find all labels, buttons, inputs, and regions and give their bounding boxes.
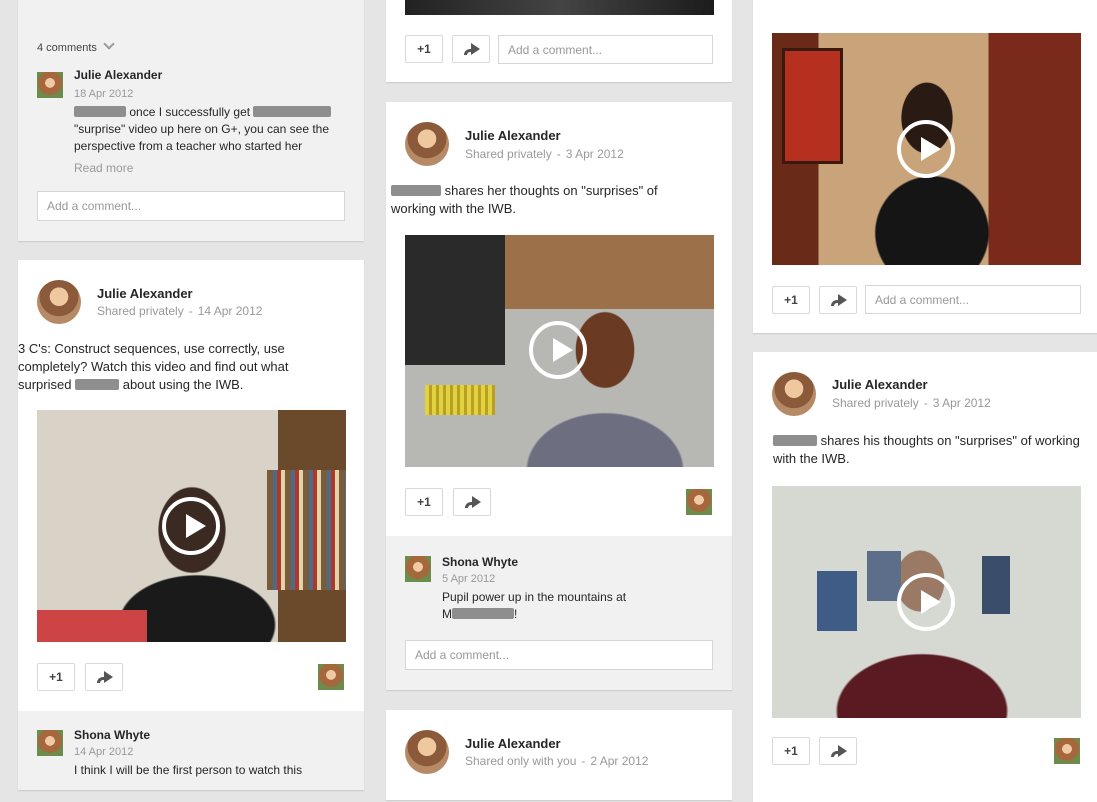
post-author[interactable]: Julie Alexander xyxy=(465,128,561,143)
comment-text: I think I will be the first person to wa… xyxy=(74,763,303,777)
video-thumbnail-fragment[interactable] xyxy=(405,0,714,15)
post-text: shares his thoughts on "surprises" of wo… xyxy=(773,433,1080,466)
plus-one-button[interactable]: +1 xyxy=(405,488,443,516)
redacted-text xyxy=(391,185,441,196)
post-date[interactable]: 3 Apr 2012 xyxy=(933,396,991,410)
post-card-fragment: +1 Add a comment... xyxy=(753,0,1097,333)
share-icon xyxy=(464,496,481,508)
video-thumbnail[interactable] xyxy=(772,486,1081,718)
post-date[interactable]: 14 Apr 2012 xyxy=(198,304,263,318)
comments-card: 4 comments Julie Alexander 18 Apr 2012 o… xyxy=(18,0,364,241)
avatar[interactable] xyxy=(405,122,449,166)
commenter-avatar[interactable] xyxy=(1054,738,1080,764)
read-more-link[interactable]: Read more xyxy=(74,161,133,175)
avatar[interactable] xyxy=(37,730,63,756)
share-button[interactable] xyxy=(819,286,857,314)
comment-date[interactable]: 5 Apr 2012 xyxy=(442,573,495,585)
avatar[interactable] xyxy=(37,280,81,324)
avatar[interactable] xyxy=(405,730,449,774)
share-button[interactable] xyxy=(453,488,491,516)
avatar[interactable] xyxy=(405,556,431,582)
plus-one-button[interactable]: +1 xyxy=(405,35,443,63)
redacted-text xyxy=(75,379,120,390)
post-author[interactable]: Julie Alexander xyxy=(832,377,928,392)
comment-text: once I successfully get "surprise" video… xyxy=(74,104,354,155)
share-button[interactable] xyxy=(452,35,490,63)
post-card: Julie Alexander Shared privately -3 Apr 2… xyxy=(386,102,732,690)
post-date[interactable]: 2 Apr 2012 xyxy=(590,754,648,768)
plus-one-button[interactable]: +1 xyxy=(772,286,810,314)
add-comment-input[interactable]: Add a comment... xyxy=(865,285,1081,314)
post-text: shares her thoughts on "surprises" of wo… xyxy=(391,183,658,216)
play-icon[interactable] xyxy=(162,497,220,555)
post-card: Julie Alexander Shared only with you -2 A… xyxy=(386,710,732,800)
comment-text: Pupil power up in the mountains at M! xyxy=(442,590,627,621)
video-thumbnail[interactable] xyxy=(405,235,714,467)
comment-date[interactable]: 18 Apr 2012 xyxy=(74,88,133,100)
play-icon[interactable] xyxy=(897,120,955,178)
post-author[interactable]: Julie Alexander xyxy=(465,736,561,751)
video-thumbnail[interactable] xyxy=(37,410,346,642)
post-meta: Shared privately -3 Apr 2012 xyxy=(832,396,991,410)
redacted-text xyxy=(253,106,332,117)
video-thumbnail[interactable] xyxy=(772,33,1081,265)
post-text: 3 C's: Construct sequences, use correctl… xyxy=(18,341,289,392)
redacted-text xyxy=(773,435,817,446)
post-meta: Shared privately -3 Apr 2012 xyxy=(465,147,624,161)
play-icon[interactable] xyxy=(897,573,955,631)
post-card: Julie Alexander Shared privately -3 Apr 2… xyxy=(753,352,1097,802)
comment-date[interactable]: 14 Apr 2012 xyxy=(74,746,133,758)
comment-section: Shona Whyte 14 Apr 2012 I think I will b… xyxy=(18,711,364,790)
add-comment-input[interactable]: Add a comment... xyxy=(405,640,713,670)
avatar[interactable] xyxy=(772,372,816,416)
share-icon xyxy=(463,43,480,55)
chevron-down-icon xyxy=(103,38,115,50)
post-meta: Shared only with you -2 Apr 2012 xyxy=(465,754,649,768)
post-date[interactable]: 3 Apr 2012 xyxy=(566,147,624,161)
avatar[interactable] xyxy=(37,72,63,98)
add-comment-input[interactable]: Add a comment... xyxy=(498,35,713,64)
comment-author[interactable]: Shona Whyte xyxy=(442,555,518,569)
post-meta: Shared privately -14 Apr 2012 xyxy=(97,304,263,318)
share-icon xyxy=(830,745,847,757)
comment-author[interactable]: Shona Whyte xyxy=(74,728,150,742)
share-icon xyxy=(830,294,847,306)
share-button[interactable] xyxy=(819,737,857,765)
post-card: Julie Alexander Shared privately -14 Apr … xyxy=(18,260,364,790)
post-card-fragment: +1 Add a comment... xyxy=(386,0,732,82)
redacted-text xyxy=(452,608,514,619)
share-button[interactable] xyxy=(85,663,123,691)
redacted-text xyxy=(74,106,126,117)
plus-one-button[interactable]: +1 xyxy=(772,737,810,765)
commenter-avatar[interactable] xyxy=(318,664,344,690)
share-icon xyxy=(96,671,113,683)
plus-one-button[interactable]: +1 xyxy=(37,663,75,691)
comment-author[interactable]: Julie Alexander xyxy=(74,68,162,82)
comment-section: Shona Whyte 5 Apr 2012 Pupil power up in… xyxy=(386,536,732,690)
commenter-avatar[interactable] xyxy=(686,489,712,515)
comments-count[interactable]: 4 comments xyxy=(37,38,115,54)
play-icon[interactable] xyxy=(529,321,587,379)
add-comment-input[interactable]: Add a comment... xyxy=(37,191,345,221)
post-author[interactable]: Julie Alexander xyxy=(97,286,193,301)
